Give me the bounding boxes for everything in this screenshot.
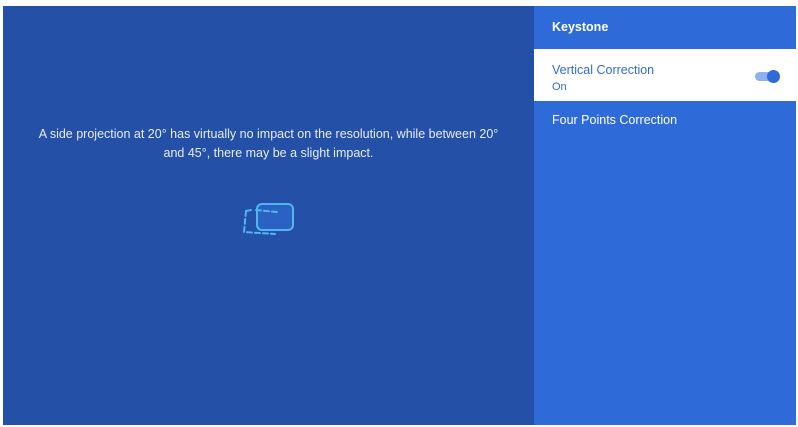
- vertical-correction-toggle[interactable]: [755, 70, 781, 83]
- panel-header: Keystone: [534, 6, 796, 49]
- vertical-correction-label: Vertical Correction: [552, 63, 655, 77]
- four-points-correction-label: Four Points Correction: [552, 113, 678, 127]
- menu-item-vertical-correction[interactable]: Vertical Correction On: [534, 49, 796, 101]
- preview-area: A side projection at 20° has virtually n…: [3, 6, 534, 425]
- keystone-menu-panel: Keystone Vertical Correction On Four Poi…: [534, 6, 796, 425]
- projector-settings-screen: A side projection at 20° has virtually n…: [3, 6, 796, 425]
- info-line-1: A side projection at 20° has virtually n…: [38, 127, 499, 141]
- vertical-correction-value: On: [552, 81, 567, 93]
- toggle-knob: [767, 70, 780, 83]
- info-line-2: and 45°, there may be a slight impact.: [163, 146, 374, 160]
- keystone-angle-icon: [242, 203, 294, 235]
- menu-item-four-points-correction[interactable]: Four Points Correction: [534, 109, 796, 137]
- keystone-info-text: A side projection at 20° has virtually n…: [3, 125, 534, 163]
- panel-title: Keystone: [552, 20, 609, 34]
